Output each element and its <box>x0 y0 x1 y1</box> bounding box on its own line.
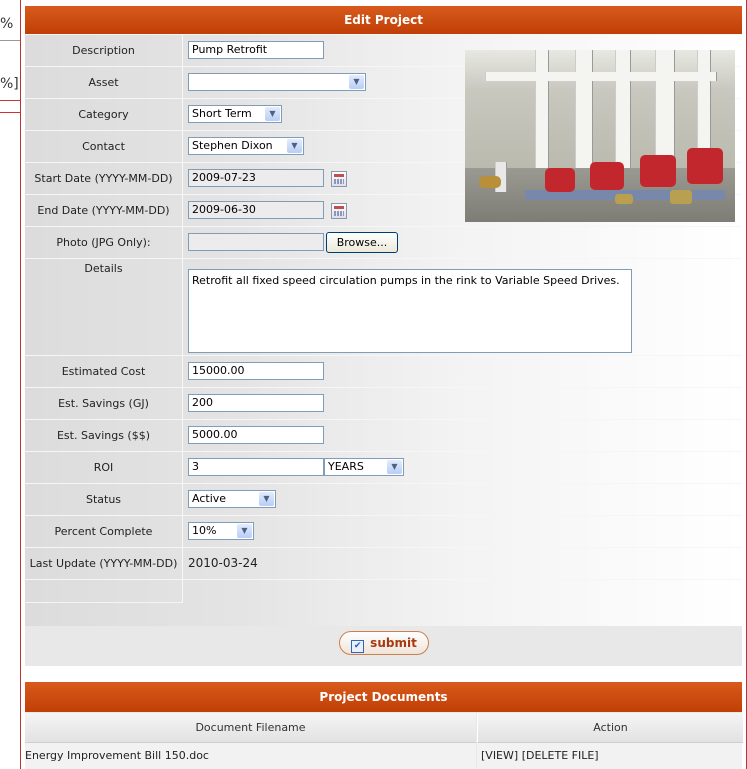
chevron-down-icon[interactable]: ▼ <box>349 75 364 89</box>
document-filename: Energy Improvement Bill 150.doc <box>25 743 476 769</box>
edit-project-panel: Edit Project Description Pump Retrofit A… <box>20 0 747 769</box>
savings-gj-input[interactable]: 200 <box>188 394 324 412</box>
asset-label: Asset <box>25 67 183 98</box>
chevron-down-icon[interactable]: ▼ <box>259 492 274 506</box>
row-percent-complete: Percent Complete 10% ▼ <box>25 515 742 547</box>
chevron-down-icon[interactable]: ▼ <box>237 524 252 538</box>
asset-select[interactable]: ▼ <box>188 73 366 91</box>
description-label: Description <box>25 35 183 66</box>
contact-selected-value: Stephen Dixon <box>192 139 273 152</box>
row-details: Details Retrofit all fixed speed circula… <box>25 258 742 355</box>
roi-unit-selected-value: YEARS <box>328 460 364 473</box>
end-date-input[interactable]: 2009-06-30 <box>188 201 324 219</box>
background-text: %] <box>0 76 19 92</box>
percent-complete-selected-value: 10% <box>192 524 217 537</box>
photo-label: Photo (JPG Only): <box>25 227 183 258</box>
spacer-cell <box>25 580 183 603</box>
details-label: Details <box>25 259 183 355</box>
row-roi: ROI 3 YEARS ▼ <box>25 451 742 483</box>
percent-complete-label: Percent Complete <box>25 516 183 547</box>
chevron-down-icon[interactable]: ▼ <box>387 460 402 474</box>
row-spacer <box>25 579 742 626</box>
contact-label: Contact <box>25 131 183 162</box>
percent-complete-select[interactable]: 10% ▼ <box>188 522 254 540</box>
background-text: % <box>0 16 14 32</box>
submit-label: submit <box>370 636 417 650</box>
table-row-actions: [VIEW] [DELETE FILE] <box>477 743 742 769</box>
browse-button[interactable]: Browse... <box>326 232 398 253</box>
roi-label: ROI <box>25 452 183 483</box>
savings-dollars-label: Est. Savings ($$) <box>25 420 183 451</box>
category-selected-value: Short Term <box>192 107 252 120</box>
last-update-value: 2010-03-24 <box>188 556 258 570</box>
row-estimated-cost: Estimated Cost 15000.00 <box>25 355 742 387</box>
last-update-label: Last Update (YYYY-MM-DD) <box>25 548 183 579</box>
checkbox-icon: ✔ <box>351 640 365 653</box>
estimated-cost-label: Estimated Cost <box>25 356 183 387</box>
estimated-cost-input[interactable]: 15000.00 <box>188 362 324 380</box>
column-header-filename: Document Filename <box>25 713 476 743</box>
calendar-icon[interactable] <box>331 171 347 187</box>
description-input[interactable]: Pump Retrofit <box>188 41 324 59</box>
start-date-label: Start Date (YYYY-MM-DD) <box>25 163 183 194</box>
status-selected-value: Active <box>192 492 227 505</box>
row-savings-gj: Est. Savings (GJ) 200 <box>25 387 742 419</box>
details-textarea[interactable]: Retrofit all fixed speed circulation pum… <box>188 269 632 353</box>
chevron-down-icon[interactable]: ▼ <box>287 139 302 153</box>
project-photo <box>465 50 735 222</box>
roi-unit-select[interactable]: YEARS ▼ <box>324 458 404 476</box>
savings-gj-label: Est. Savings (GJ) <box>25 388 183 419</box>
row-photo: Photo (JPG Only): Browse... <box>25 226 742 258</box>
contact-select[interactable]: Stephen Dixon ▼ <box>188 137 304 155</box>
start-date-input[interactable]: 2009-07-23 <box>188 169 324 187</box>
row-status: Status Active ▼ <box>25 483 742 515</box>
photo-file-input[interactable] <box>188 233 324 251</box>
end-date-label: End Date (YYYY-MM-DD) <box>25 195 183 226</box>
category-label: Category <box>25 99 183 130</box>
row-savings-dollars: Est. Savings ($$) 5000.00 <box>25 419 742 451</box>
delete-file-link[interactable]: [DELETE FILE] <box>522 749 599 762</box>
status-select[interactable]: Active ▼ <box>188 490 276 508</box>
roi-input[interactable]: 3 <box>188 458 324 476</box>
column-header-action: Action <box>477 713 743 743</box>
status-label: Status <box>25 484 183 515</box>
savings-dollars-input[interactable]: 5000.00 <box>188 426 324 444</box>
row-last-update: Last Update (YYYY-MM-DD) 2010-03-24 <box>25 547 742 579</box>
project-documents: Project Documents Document Filename Acti… <box>25 682 743 769</box>
documents-title: Project Documents <box>25 682 742 712</box>
submit-button[interactable]: ✔ submit <box>339 631 429 655</box>
edit-project-form: Edit Project Description Pump Retrofit A… <box>25 6 742 666</box>
category-select[interactable]: Short Term ▼ <box>188 105 282 123</box>
calendar-icon[interactable] <box>331 203 347 219</box>
chevron-down-icon[interactable]: ▼ <box>265 107 280 121</box>
view-file-link[interactable]: [VIEW] <box>481 749 518 762</box>
submit-area: ✔ submit <box>25 626 742 666</box>
form-title: Edit Project <box>25 6 742 34</box>
